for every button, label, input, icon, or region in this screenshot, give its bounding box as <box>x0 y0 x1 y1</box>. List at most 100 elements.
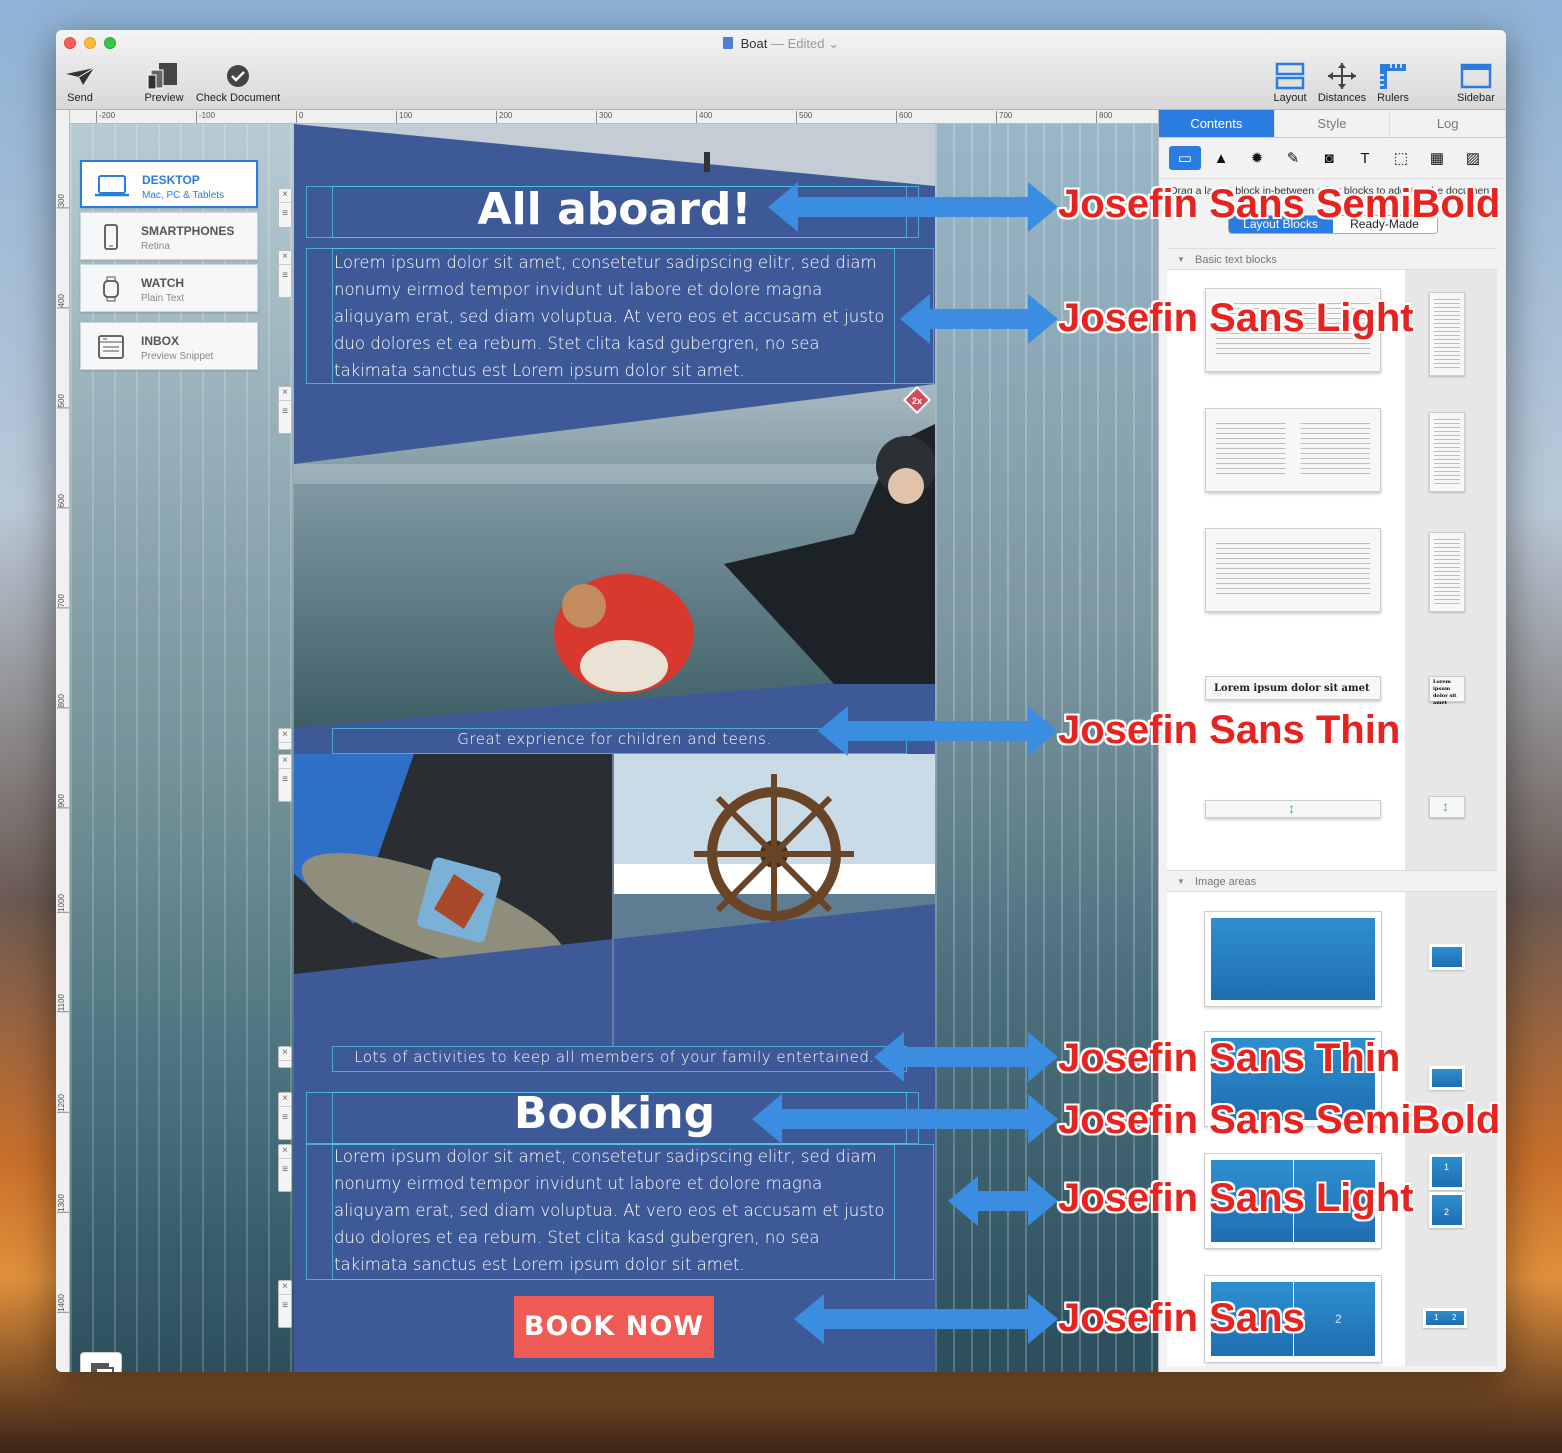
ruler-tick: 700 <box>996 111 1012 123</box>
ruler-tick: 300 <box>57 194 69 209</box>
distances-button[interactable]: Distances <box>1314 62 1370 104</box>
block-handle[interactable]: × ≡ <box>278 754 292 802</box>
image-area-mini[interactable] <box>1429 944 1465 970</box>
selection-icon[interactable]: ⬚ <box>1385 146 1417 170</box>
layout-label: Layout <box>1273 92 1307 104</box>
sidebar-button[interactable]: Sidebar <box>1452 62 1500 104</box>
ruler-tick: 0 <box>296 111 303 123</box>
camera-icon[interactable]: ◙ <box>1313 146 1345 170</box>
pattern-icon[interactable]: ▦ <box>1421 146 1453 170</box>
ruler-tick: 800 <box>1096 111 1112 123</box>
rulers-button[interactable]: Rulers <box>1370 62 1416 104</box>
ruler-tick: 400 <box>696 111 712 123</box>
document-title: Boat — Edited ⌄ <box>56 36 1506 52</box>
spacer-block-thumb[interactable]: ↕ <box>1205 800 1381 818</box>
badge-icon[interactable]: ✹ <box>1241 146 1273 170</box>
check-document-label: Check Document <box>195 92 281 104</box>
vertical-resize-icon: ↕ <box>1288 800 1295 816</box>
device-name: INBOX <box>141 334 180 348</box>
block-handle[interactable]: × ≡ <box>278 1092 292 1140</box>
three-column-block-mini[interactable] <box>1429 532 1465 612</box>
image-area-grid-mini[interactable]: 12 <box>1423 1308 1467 1328</box>
layout-button[interactable]: Layout <box>1266 62 1314 104</box>
device-inbox[interactable]: INBOX Preview Snippet <box>80 322 258 370</box>
book-now-button[interactable]: BOOK NOW <box>514 1296 714 1358</box>
image-number: 2 <box>1452 1313 1457 1322</box>
device-smartphones[interactable]: SMARTPHONES Retina <box>80 212 258 260</box>
layout-block-icon[interactable]: ▭ <box>1169 146 1201 170</box>
two-column-block-thumb[interactable] <box>1205 408 1381 492</box>
image-area-thumb[interactable] <box>1204 911 1382 1007</box>
ruler-tick: 300 <box>596 111 612 123</box>
caption-family[interactable]: Lots of activities to keep all members o… <box>294 1048 935 1066</box>
three-column-block-thumb[interactable] <box>1205 528 1381 612</box>
image-area-wide-mini[interactable] <box>1429 1066 1465 1090</box>
triangle-icon[interactable]: ▲ <box>1205 146 1237 170</box>
annotation-caption-font: Josefin Sans Thin <box>1058 708 1401 752</box>
device-watch[interactable]: WATCH Plain Text <box>80 264 258 312</box>
spacer-block-mini[interactable]: ↕ <box>1429 796 1465 818</box>
text-icon[interactable]: T <box>1349 146 1381 170</box>
annotation-heading-font: Josefin Sans SemiBold <box>1058 1098 1501 1142</box>
section-basic-text-blocks[interactable]: Basic text blocks <box>1167 248 1497 271</box>
device-selector: DESKTOP Mac, PC & Tablets SMARTPHONES Re… <box>80 160 258 374</box>
tab-style[interactable]: Style <box>1275 110 1391 137</box>
activities-photos[interactable] <box>294 754 935 1046</box>
annotation-arrow <box>948 1176 1058 1226</box>
ruler-tick: 1300 <box>57 1194 69 1213</box>
vertical-ruler[interactable]: 300 400 500 600 700 800 900 1000 1100 12… <box>56 110 70 1372</box>
retina-badge-label: 2x <box>911 396 922 406</box>
text-block-mini[interactable] <box>1429 292 1465 376</box>
heading-block-mini[interactable]: Lorem ipsum dolor sit amet <box>1429 676 1465 706</box>
block-handle[interactable]: × ≡ <box>278 1280 292 1328</box>
ruler-tick: 1000 <box>57 894 69 913</box>
annotation-body-font: Josefin Sans Light <box>1058 296 1414 340</box>
tab-contents[interactable]: Contents <box>1159 110 1275 137</box>
tab-log[interactable]: Log <box>1390 110 1506 137</box>
device-sub: Preview Snippet <box>141 351 214 362</box>
send-button[interactable]: Send <box>62 62 98 104</box>
ruler-tick: 700 <box>57 594 69 609</box>
checkmark-icon <box>192 62 284 90</box>
block-handle[interactable]: × ≡ <box>278 386 292 434</box>
device-name: DESKTOP <box>142 173 200 187</box>
horizontal-ruler[interactable]: -200 -100 0 100 200 300 400 500 600 700 … <box>70 110 1158 124</box>
toggle-background-button[interactable] <box>80 1352 122 1372</box>
block-handle[interactable]: × ≡ <box>278 250 292 298</box>
block-handle[interactable]: × <box>278 1046 292 1068</box>
ruler-tick: 1200 <box>57 1094 69 1113</box>
email-paragraph-intro[interactable]: Lorem ipsum dolor sit amet, consetetur s… <box>334 249 896 384</box>
family-photo[interactable] <box>294 384 935 728</box>
section-image-areas[interactable]: Image areas <box>1167 870 1497 893</box>
phone-icon <box>93 224 129 250</box>
check-document-button[interactable]: Check Document <box>192 62 284 104</box>
document-status: — Edited <box>770 36 825 51</box>
annotation-caption-font: Josefin Sans Thin <box>1058 1036 1401 1080</box>
vertical-resize-icon: ↕ <box>1442 798 1449 814</box>
distances-icon <box>1314 62 1370 90</box>
annotation-arrow <box>768 182 1058 232</box>
two-column-block-mini[interactable] <box>1429 412 1465 492</box>
heading-block-thumb[interactable]: Lorem ipsum dolor sit amet <box>1205 676 1381 700</box>
annotation-arrow <box>900 294 1058 344</box>
ruler-tick: 600 <box>896 111 912 123</box>
image-area-two-mini[interactable]: 2 <box>1429 1192 1465 1228</box>
pen-icon[interactable]: ✎ <box>1277 146 1309 170</box>
laptop-icon <box>94 173 130 199</box>
ruler-tick: 200 <box>496 111 512 123</box>
block-handle[interactable]: × ≡ <box>278 1144 292 1192</box>
preview-button[interactable]: Preview <box>142 62 186 104</box>
block-handle[interactable]: × ≡ <box>278 188 292 228</box>
image-icon[interactable]: ▨ <box>1457 146 1489 170</box>
device-sub: Retina <box>141 241 170 252</box>
chevron-down-icon[interactable]: ⌄ <box>828 36 839 51</box>
annotation-arrow <box>874 1032 1058 1082</box>
watch-icon <box>93 276 129 302</box>
email-paragraph-booking[interactable]: Lorem ipsum dolor sit amet, consetetur s… <box>334 1143 896 1278</box>
devices-icon <box>142 62 186 90</box>
titlebar: Boat — Edited ⌄ Send Preview Check Docum… <box>56 30 1506 110</box>
image-area-one-mini[interactable]: 1 <box>1429 1154 1465 1190</box>
device-sub: Plain Text <box>141 293 185 304</box>
block-handle[interactable]: × <box>278 728 292 750</box>
device-desktop[interactable]: DESKTOP Mac, PC & Tablets <box>80 160 258 208</box>
